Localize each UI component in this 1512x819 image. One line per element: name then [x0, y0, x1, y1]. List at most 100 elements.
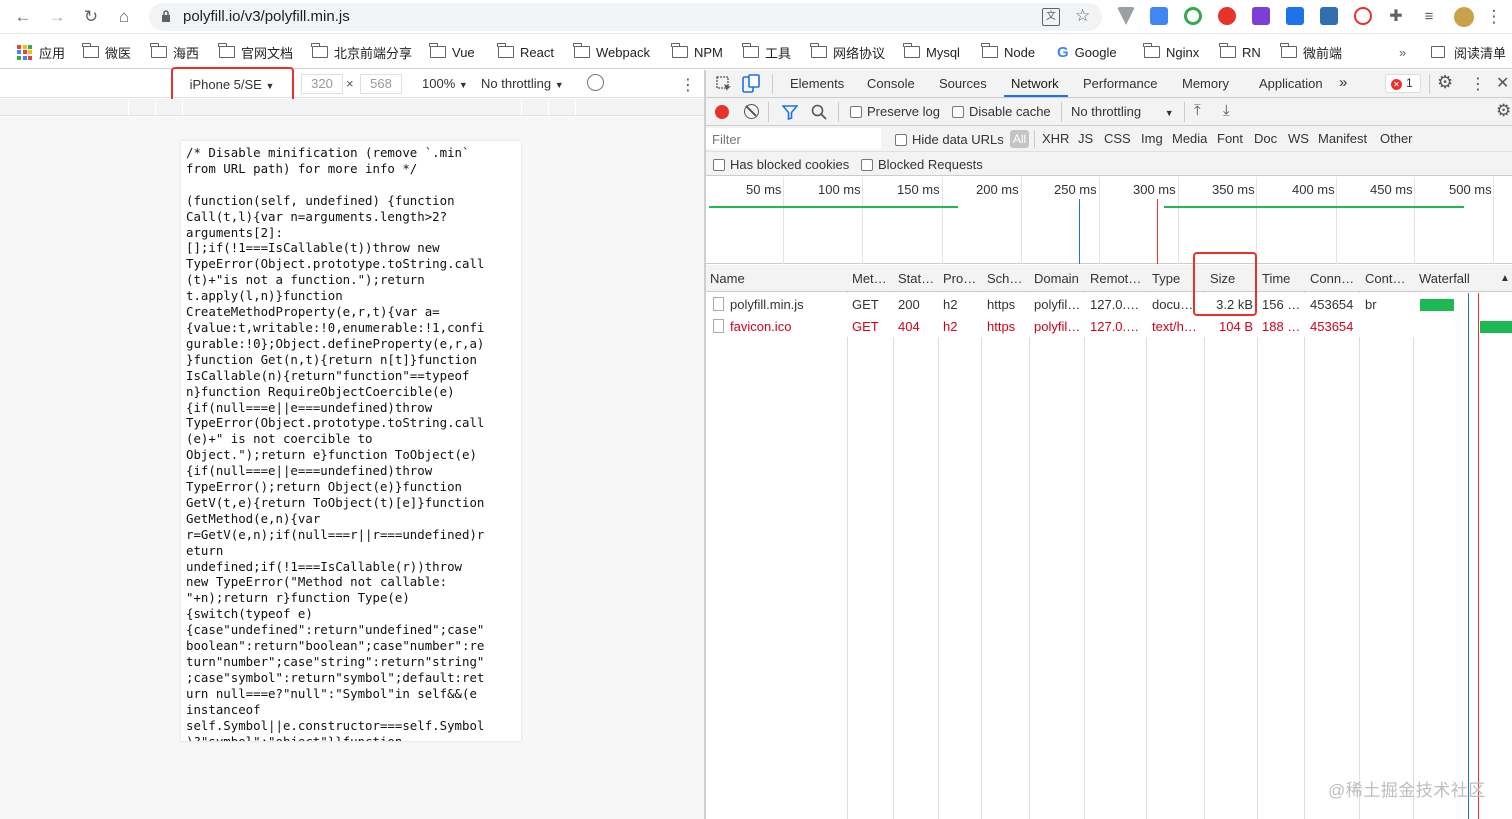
back-icon[interactable]: ←: [12, 6, 34, 28]
column-separator[interactable]: [1146, 265, 1147, 819]
column-header-remote-address[interactable]: Remot…: [1090, 271, 1141, 286]
blocked-requests-checkbox[interactable]: Blocked Requests: [861, 157, 983, 172]
media-queue-icon[interactable]: ≡: [1418, 6, 1440, 28]
table-row[interactable]: polyfill.min.js GET 200 h2 https polyfil…: [706, 293, 1512, 315]
column-header-type[interactable]: Type: [1152, 271, 1180, 286]
error-counter[interactable]: ✕ 1: [1385, 74, 1421, 93]
more-tabs-button[interactable]: »: [1339, 74, 1347, 91]
rp-ext-icon[interactable]: [1252, 7, 1270, 25]
bookmark-folder[interactable]: NPM: [671, 43, 723, 61]
inspect-element-icon[interactable]: [716, 76, 732, 92]
filter-type-other[interactable]: Other: [1380, 131, 1413, 146]
forward-icon[interactable]: →: [46, 6, 68, 28]
tab-application[interactable]: Application: [1259, 76, 1323, 91]
filter-type-xhr[interactable]: XHR: [1042, 131, 1069, 146]
bookmark-folder[interactable]: 北京前端分享: [311, 43, 412, 61]
column-header-content-encoding[interactable]: Cont…: [1365, 271, 1405, 286]
filter-type-doc[interactable]: Doc: [1254, 131, 1277, 146]
filter-type-css[interactable]: CSS: [1104, 131, 1131, 146]
column-header-method[interactable]: Met…: [852, 271, 887, 286]
browser-menu-icon[interactable]: ⋮: [1483, 6, 1505, 28]
network-ext-icon[interactable]: [1354, 7, 1372, 25]
clear-icon[interactable]: [744, 104, 759, 119]
filter-type-font[interactable]: Font: [1217, 131, 1243, 146]
table-row[interactable]: favicon.ico GET 404 h2 https polyfil… 12…: [706, 315, 1512, 337]
column-header-waterfall[interactable]: Waterfall: [1419, 271, 1470, 286]
device-menu-icon[interactable]: ⋮: [680, 75, 696, 95]
tab-elements[interactable]: Elements: [790, 76, 844, 91]
bookmark-folder[interactable]: 微医: [82, 43, 131, 61]
bookmarks-overflow-button[interactable]: »: [1399, 43, 1406, 61]
reading-list-button[interactable]: 阅读清单: [1431, 43, 1506, 61]
bookmark-google[interactable]: G Google: [1057, 43, 1117, 61]
bookmark-folder[interactable]: 海西: [150, 43, 199, 61]
filter-type-js[interactable]: JS: [1078, 131, 1093, 146]
translate-icon[interactable]: 文: [1042, 8, 1060, 26]
column-header-scheme[interactable]: Sch…: [987, 271, 1022, 286]
sort-ascending-icon[interactable]: ▲: [1500, 273, 1510, 284]
bookmark-folder[interactable]: Mysql: [903, 43, 960, 61]
column-header-time[interactable]: Time: [1262, 271, 1290, 286]
filter-type-all[interactable]: All: [1010, 130, 1029, 148]
record-button[interactable]: [715, 105, 729, 119]
tab-memory[interactable]: Memory: [1182, 76, 1229, 91]
translate-ext-icon[interactable]: [1150, 7, 1168, 25]
network-settings-gear-icon[interactable]: ⚙: [1496, 101, 1511, 121]
adblock-icon[interactable]: [1218, 7, 1236, 25]
rotate-icon[interactable]: [583, 70, 608, 95]
devtools-menu-icon[interactable]: ⋮: [1470, 74, 1486, 94]
hide-data-urls-checkbox[interactable]: Hide data URLs: [895, 132, 1004, 147]
throttling-select[interactable]: No throttling ▼: [481, 76, 564, 91]
bookmark-apps[interactable]: 应用: [17, 43, 65, 61]
bookmark-folder[interactable]: 工具: [742, 43, 791, 61]
column-separator[interactable]: [847, 265, 848, 819]
chrome-ext-icon[interactable]: [1184, 7, 1202, 25]
device-toggle-icon[interactable]: [742, 74, 760, 93]
column-header-status[interactable]: Stat…: [898, 271, 934, 286]
filter-type-ws[interactable]: WS: [1288, 131, 1309, 146]
column-header-domain[interactable]: Domain: [1034, 271, 1079, 286]
filter-funnel-icon[interactable]: [782, 105, 798, 120]
tab-console[interactable]: Console: [867, 76, 915, 91]
column-separator[interactable]: [1029, 265, 1030, 819]
bookmark-folder[interactable]: Node: [981, 43, 1035, 61]
column-header-protocol[interactable]: Pro…: [943, 271, 976, 286]
column-separator[interactable]: [938, 265, 939, 819]
column-separator[interactable]: [1359, 265, 1360, 819]
bookmark-folder[interactable]: 网络协议: [810, 43, 885, 61]
filter-type-manifest[interactable]: Manifest: [1318, 131, 1367, 146]
column-separator[interactable]: [1304, 265, 1305, 819]
extensions-puzzle-icon[interactable]: ✚: [1385, 6, 1407, 28]
height-input[interactable]: 568: [360, 74, 402, 94]
tab-performance[interactable]: Performance: [1083, 76, 1157, 91]
address-bar[interactable]: polyfill.io/v3/polyfill.min.js 文 ☆: [149, 3, 1102, 31]
filter-type-img[interactable]: Img: [1141, 131, 1163, 146]
filter-type-media[interactable]: Media: [1172, 131, 1207, 146]
disable-cache-checkbox[interactable]: Disable cache: [952, 104, 1051, 119]
preserve-log-checkbox[interactable]: Preserve log: [850, 104, 940, 119]
tab-network[interactable]: Network: [1011, 76, 1059, 91]
bookmark-folder[interactable]: 微前端: [1280, 43, 1342, 61]
width-input[interactable]: 320: [301, 74, 343, 94]
device-viewport[interactable]: /* Disable minification (remove `.min` f…: [181, 141, 521, 741]
pocket-icon[interactable]: [1286, 7, 1304, 25]
column-separator[interactable]: [893, 265, 894, 819]
search-icon[interactable]: [811, 104, 827, 120]
column-header-name[interactable]: Name: [710, 271, 745, 286]
bookmark-folder[interactable]: 官网文档: [218, 43, 293, 61]
bookmark-star-icon[interactable]: ☆: [1075, 6, 1090, 26]
bookmark-folder[interactable]: Webpack: [573, 43, 650, 61]
network-throttling-select[interactable]: No throttling ▼: [1071, 104, 1174, 119]
vue-devtools-icon[interactable]: [1117, 7, 1135, 25]
column-separator[interactable]: [1257, 265, 1258, 819]
has-blocked-cookies-checkbox[interactable]: Has blocked cookies: [713, 157, 849, 172]
export-har-icon[interactable]: ⤓: [1223, 102, 1230, 119]
zoom-select[interactable]: 100% ▼: [422, 76, 468, 91]
filter-input[interactable]: Filter: [706, 128, 881, 149]
bookmark-folder[interactable]: Vue: [429, 43, 475, 61]
column-separator[interactable]: [1204, 265, 1205, 819]
settings-gear-icon[interactable]: ⚙: [1437, 72, 1453, 93]
import-har-icon[interactable]: ⤒: [1194, 102, 1201, 119]
network-overview-timeline[interactable]: 50 ms 100 ms 150 ms 200 ms 250 ms 300 ms…: [706, 177, 1512, 264]
column-separator[interactable]: [1413, 265, 1414, 819]
